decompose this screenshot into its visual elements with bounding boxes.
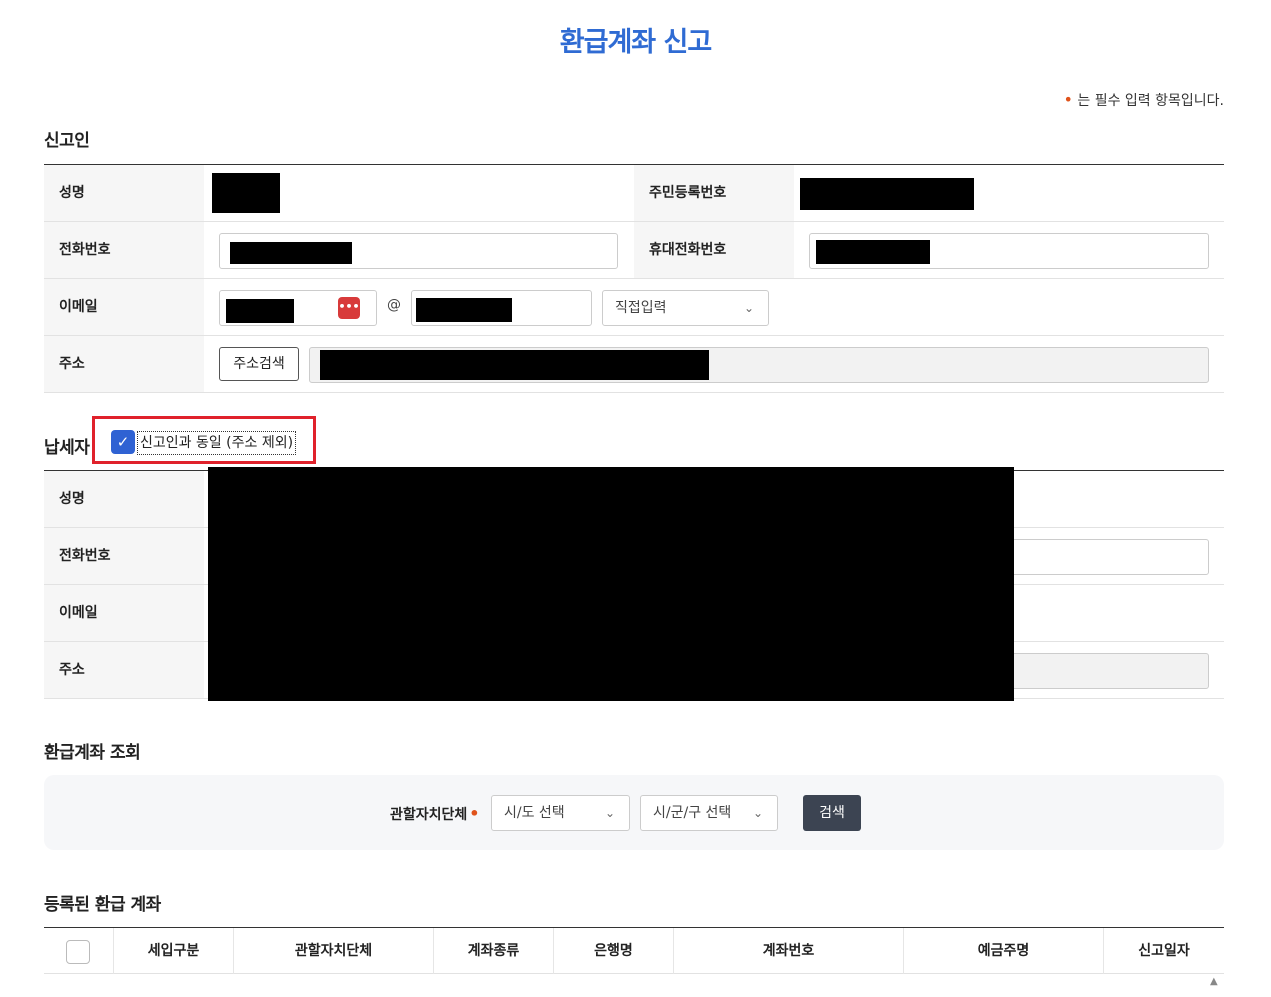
account-search-section-title: 환급계좌 조회 <box>44 743 141 763</box>
taxpayer-phone-label: 전화번호 <box>44 528 204 584</box>
select-all-checkbox[interactable] <box>66 940 90 964</box>
redacted-mobile <box>816 240 930 264</box>
same-as-reporter-checkbox[interactable]: ✓ <box>111 430 135 454</box>
taxpayer-form-table: 성명 전화번호 이메일 주소 <box>44 467 1224 701</box>
jurisdiction-label-text: 관할자치단체 <box>390 807 468 823</box>
phone-label: 전화번호 <box>44 222 204 278</box>
chevron-down-icon: ⌄ <box>743 301 754 315</box>
address-search-button[interactable]: 주소검색 <box>219 347 299 381</box>
chevron-down-icon: ⌄ <box>604 806 615 820</box>
jurisdiction-required-mark: • <box>469 804 480 823</box>
redacted-taxpayer-info <box>208 467 1014 701</box>
required-field-note: • 는 필수 입력 항목입니다. <box>1064 90 1225 110</box>
page-title: 환급계좌 신고 <box>559 27 712 58</box>
same-as-reporter-label[interactable]: 신고인과 동일 (주소 제외) <box>137 431 297 455</box>
email-domain-select-value: 직접입력 <box>615 300 667 316</box>
column-header[interactable]: 은행명 <box>554 928 674 974</box>
address-input <box>309 347 1209 383</box>
email-at-sign: @ <box>387 297 401 313</box>
chevron-down-icon: ⌄ <box>752 806 763 820</box>
reporter-row-name: 성명 주민등록번호 <box>44 165 1224 222</box>
email-domain-input[interactable] <box>411 290 592 326</box>
redacted-email-id <box>226 299 294 323</box>
sido-select-value: 시/도 선택 <box>504 805 565 821</box>
email-label: 이메일 <box>44 279 204 335</box>
reporter-row-phone: 전화번호 휴대전화번호 <box>44 222 1224 279</box>
reporter-form-table: 성명 주민등록번호 전화번호 휴대전화번호 이메일 ••• @ 직접입력 ⌄ 주… <box>44 164 1224 394</box>
sigungu-select[interactable]: 시/군/구 선택 ⌄ <box>640 795 778 831</box>
taxpayer-section-title: 납세자 <box>44 438 90 458</box>
sigungu-select-value: 시/군/구 선택 <box>653 805 732 821</box>
redacted-email-domain <box>416 298 512 322</box>
address-label: 주소 <box>44 336 204 392</box>
password-manager-icon[interactable]: ••• <box>338 297 360 319</box>
search-button[interactable]: 검색 <box>803 795 861 831</box>
redacted-phone <box>230 242 352 264</box>
column-header[interactable]: 예금주명 <box>904 928 1104 974</box>
reporter-row-email: 이메일 ••• @ 직접입력 ⌄ <box>44 279 1224 336</box>
account-search-panel <box>44 775 1224 850</box>
registered-accounts-table: 세입구분 관할자치단체 계좌종류 은행명 계좌번호 예금주명 신고일자 <box>44 927 1224 974</box>
column-header[interactable]: 신고일자 <box>1104 928 1224 974</box>
column-header[interactable]: 계좌종류 <box>434 928 554 974</box>
taxpayer-name-label: 성명 <box>44 471 204 527</box>
column-header[interactable]: 관할자치단체 <box>234 928 434 974</box>
checkmark-icon: ✓ <box>116 433 130 451</box>
sido-select[interactable]: 시/도 선택 ⌄ <box>491 795 630 831</box>
mobile-input[interactable] <box>809 233 1209 269</box>
reporter-row-address: 주소 주소검색 <box>44 336 1224 393</box>
reporter-section-title: 신고인 <box>44 131 90 151</box>
registered-accounts-section-title: 등록된 환급 계좌 <box>44 895 161 915</box>
jurisdiction-label: 관할자치단체 • <box>390 804 480 824</box>
column-header[interactable]: 세입구분 <box>114 928 234 974</box>
required-mark: • <box>1063 90 1073 109</box>
name-label: 성명 <box>44 165 204 221</box>
email-domain-select[interactable]: 직접입력 ⌄ <box>602 290 769 326</box>
name-value <box>204 165 634 221</box>
column-header[interactable]: 계좌번호 <box>674 928 904 974</box>
redacted-address <box>320 350 709 380</box>
redacted-rrn <box>800 178 974 210</box>
scroll-up-icon[interactable]: ▲ <box>1210 976 1218 987</box>
redacted-name <box>212 173 280 213</box>
taxpayer-email-label: 이메일 <box>44 585 204 641</box>
rrn-value <box>794 165 1224 221</box>
rrn-label: 주민등록번호 <box>634 165 794 221</box>
required-note-text: 는 필수 입력 항목입니다. <box>1077 93 1224 109</box>
phone-input[interactable] <box>219 233 618 269</box>
email-id-input[interactable]: ••• <box>219 290 377 326</box>
select-all-column <box>44 928 114 974</box>
taxpayer-address-label: 주소 <box>44 642 204 698</box>
mobile-label: 휴대전화번호 <box>634 222 794 278</box>
